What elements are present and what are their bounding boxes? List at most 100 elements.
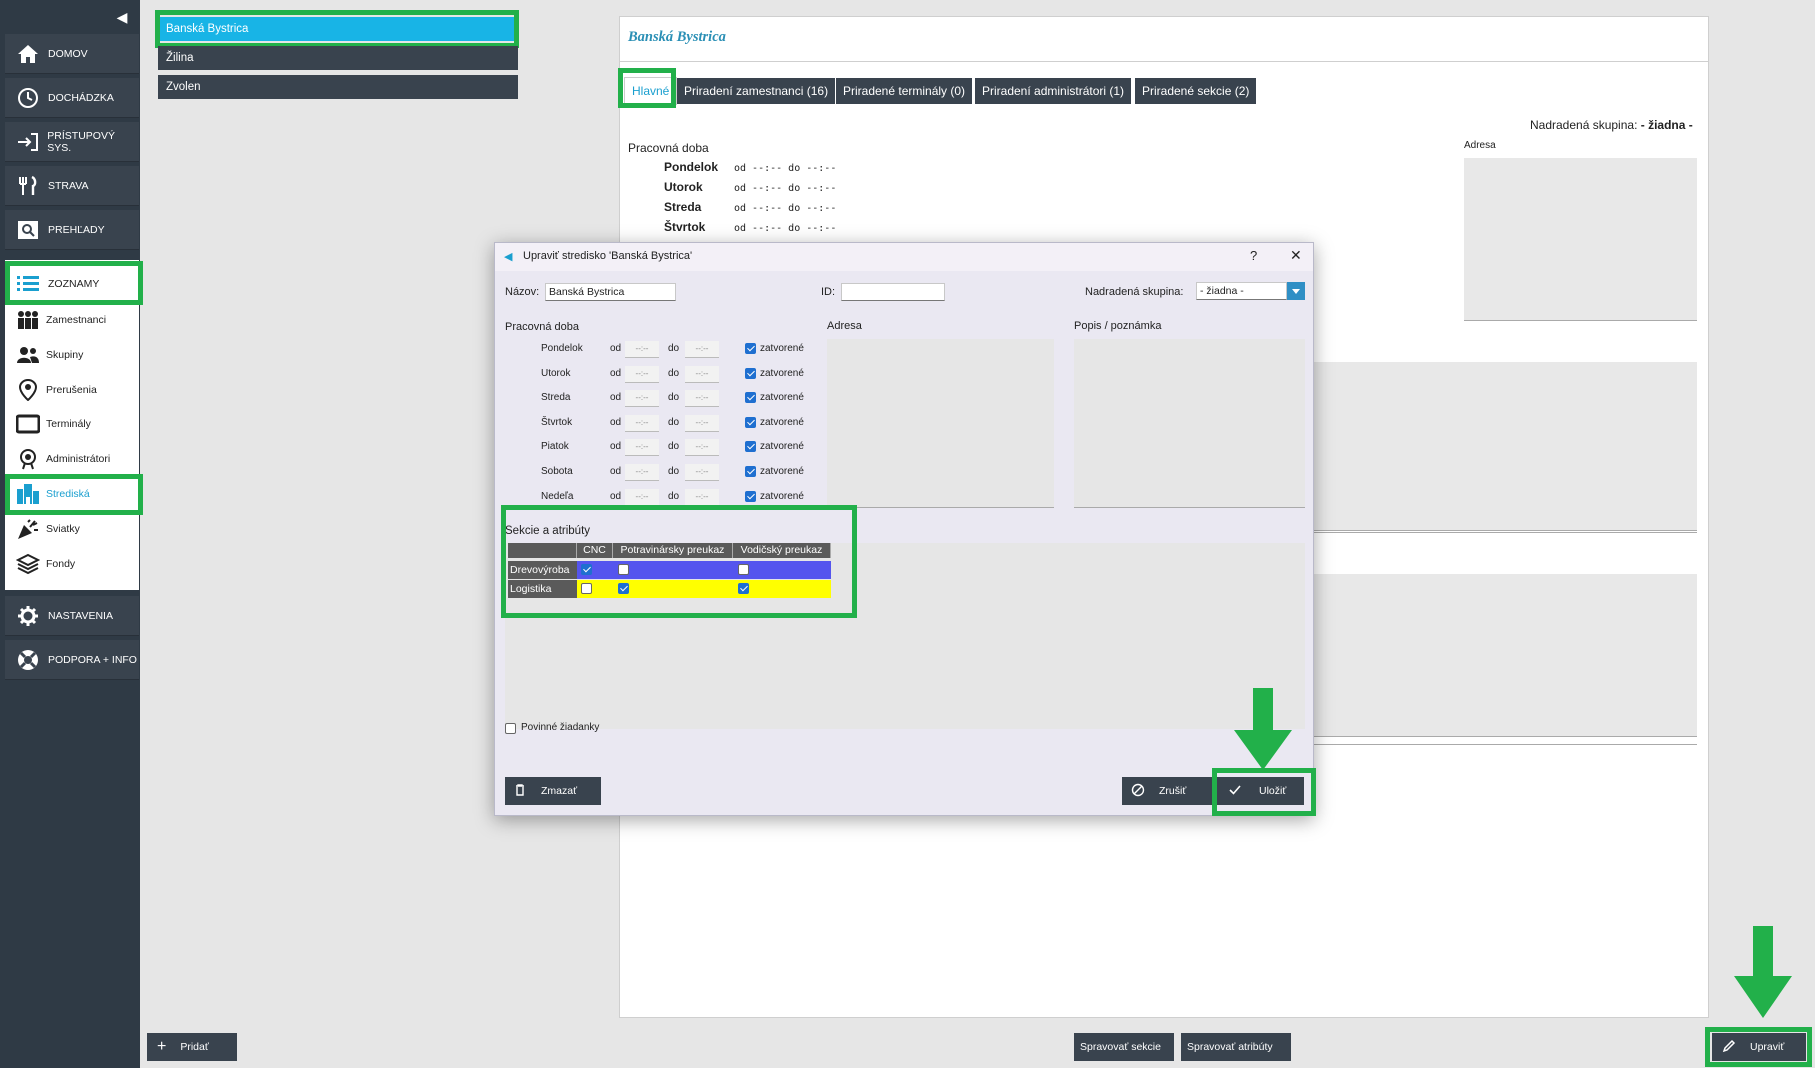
mandatory-requests-checkbox[interactable]	[505, 723, 516, 734]
search-icon	[16, 218, 40, 242]
closed-checkbox[interactable]	[745, 343, 756, 354]
app-icon: ◀	[504, 251, 513, 263]
sidebar-item-prerusenia[interactable]: Prerušenia	[5, 375, 139, 405]
time-from-input[interactable]: --:--	[625, 464, 659, 481]
note-label: Popis / poznámka	[1074, 320, 1162, 332]
od-label: od	[610, 343, 622, 354]
attr-checkbox[interactable]	[618, 583, 629, 594]
tab-sekcie[interactable]: Priradené sekcie (2)	[1135, 78, 1257, 104]
manage-attributes-button[interactable]: Spravovať atribúty	[1181, 1033, 1291, 1061]
tab-hlavne[interactable]: Hlavné	[624, 77, 678, 105]
nav-item-zoznamy[interactable]: ZOZNAMY	[5, 264, 139, 304]
group-icon	[16, 343, 40, 367]
closed-checkbox[interactable]	[745, 367, 756, 379]
time-from-input[interactable]: --:--	[625, 390, 659, 408]
time-from-input[interactable]: --:--	[625, 488, 659, 506]
block-icon	[1131, 783, 1145, 800]
nav-item-prehlady[interactable]: PREHĽADY	[5, 210, 139, 250]
time-from-input[interactable]: --:--	[625, 414, 659, 432]
home-icon	[16, 42, 40, 66]
sidebar-item-sviatky[interactable]: Sviatky	[5, 514, 139, 544]
nav-item-podpora[interactable]: PODPORA + INFO	[5, 640, 139, 680]
parent-group-select[interactable]: - žiadna -	[1196, 282, 1287, 300]
detail-title: Banská Bystrica	[628, 29, 726, 45]
layers-icon	[16, 552, 40, 576]
attr-checkbox[interactable]	[618, 564, 629, 575]
nav-item-strava[interactable]: STRAVA	[5, 166, 139, 206]
id-label: ID:	[821, 286, 836, 298]
nav-item-dochadzka[interactable]: DOCHÁDZKA	[5, 78, 139, 118]
delete-button[interactable]: Zmazať	[505, 777, 601, 805]
closed-checkbox[interactable]	[745, 441, 756, 453]
time-from-input[interactable]: --:--	[625, 341, 659, 358]
closed-label: zatvorené	[760, 392, 804, 404]
arrow-down-icon	[1734, 926, 1792, 1018]
closed-checkbox[interactable]	[745, 490, 756, 502]
name-input[interactable]: Banská Bystrica	[545, 283, 676, 301]
time-from-input[interactable]: --:--	[625, 439, 659, 457]
nav-item-pristupovy-sys[interactable]: PRÍSTUPOVÝ SYS.	[5, 122, 139, 162]
time-to-input[interactable]: --:--	[685, 390, 719, 408]
detail-address-label: Adresa	[1464, 140, 1496, 151]
login-icon	[16, 130, 39, 154]
time-to-input[interactable]: --:--	[685, 341, 719, 358]
help-button[interactable]: ?	[1250, 248, 1257, 263]
add-button[interactable]: + Pridať	[147, 1033, 237, 1061]
closed-checkbox[interactable]	[745, 466, 756, 477]
close-button[interactable]: ✕	[1290, 247, 1302, 264]
tab-zamestnanci[interactable]: Priradení zamestnanci (16)	[677, 78, 836, 104]
do-label: do	[668, 466, 680, 477]
sidebar-item-skupiny[interactable]: Skupiny	[5, 340, 139, 370]
day-label: Sobota	[541, 466, 573, 477]
sidebar-item-zamestnanci[interactable]: Zamestnanci	[5, 305, 139, 335]
divider	[1310, 532, 1697, 533]
time-to-input[interactable]: --:--	[685, 365, 719, 383]
note-textarea[interactable]	[1074, 339, 1305, 508]
closed-checkbox[interactable]	[745, 416, 756, 428]
sidebar-item-terminaly[interactable]: Terminály	[5, 409, 139, 439]
detail-address-box	[1464, 158, 1697, 321]
chevron-down-icon[interactable]	[1287, 282, 1305, 300]
terminal-icon	[16, 412, 40, 436]
time-from-input[interactable]: --:--	[625, 365, 659, 383]
closed-checkbox[interactable]	[745, 392, 756, 404]
attr-header: CNC	[577, 543, 613, 558]
attr-header: Potravinársky preukaz	[613, 543, 733, 558]
list-item-zvolen[interactable]: Zvolen	[158, 75, 518, 99]
mandatory-requests-label: Povinné žiadanky	[521, 722, 600, 733]
list-item-banska-bystrica[interactable]: Banská Bystrica	[158, 17, 518, 41]
id-input[interactable]	[841, 283, 945, 301]
attr-checkbox[interactable]	[738, 564, 749, 575]
sidebar-item-administratori[interactable]: Administrátori	[5, 444, 139, 474]
time-to-input[interactable]: --:--	[685, 414, 719, 432]
sidebar-item-strediska[interactable]: Strediská	[5, 479, 139, 509]
day-label: Streda	[541, 392, 571, 404]
gear-icon	[16, 604, 40, 628]
arrow-down-icon	[1234, 688, 1292, 770]
day-label: Pondelok	[541, 343, 583, 354]
sidebar-item-fondy[interactable]: Fondy	[5, 549, 139, 579]
chevron-left-icon[interactable]: ◀	[112, 6, 132, 28]
attr-checkbox[interactable]	[581, 564, 592, 575]
closed-label: zatvorené	[760, 490, 804, 502]
closed-label: zatvorené	[760, 367, 804, 379]
cancel-button[interactable]: Zrušiť	[1122, 777, 1212, 805]
address-textarea[interactable]	[827, 339, 1054, 508]
edit-button[interactable]: Upraviť	[1712, 1033, 1806, 1061]
attr-row-drevovyroba	[577, 561, 831, 579]
list-item-zilina[interactable]: Žilina	[158, 46, 518, 70]
time-to-input[interactable]: --:--	[685, 488, 719, 506]
save-button[interactable]: Uložiť	[1217, 777, 1304, 805]
attr-checkbox[interactable]	[581, 583, 592, 594]
party-icon	[16, 517, 40, 541]
attr-checkbox[interactable]	[738, 583, 749, 594]
od-label: od	[610, 490, 622, 502]
time-to-input[interactable]: --:--	[685, 439, 719, 457]
nav-item-domov[interactable]: DOMOV	[5, 34, 139, 74]
manage-sections-button[interactable]: Spravovať sekcie	[1074, 1033, 1174, 1061]
check-icon	[1229, 784, 1241, 798]
tab-terminaly[interactable]: Priradené terminály (0)	[836, 78, 973, 104]
tab-administratori[interactable]: Priradení administrátori (1)	[975, 78, 1132, 104]
nav-item-nastavenia[interactable]: NASTAVENIA	[5, 596, 139, 636]
time-to-input[interactable]: --:--	[685, 464, 719, 481]
